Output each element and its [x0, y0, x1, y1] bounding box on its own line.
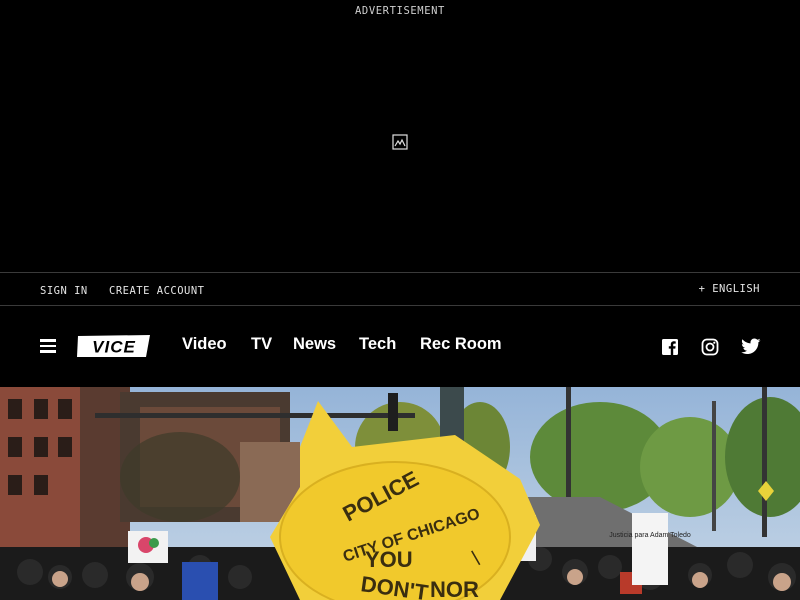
nav-link-video[interactable]: Video [182, 335, 227, 354]
vice-logo[interactable]: VICE [76, 333, 152, 359]
advertisement-region: ADVERTISEMENT [0, 0, 800, 272]
language-selector[interactable]: + ENGLISH [699, 283, 760, 295]
protest-photo: Justicia para Adam Toledo POLICE CITY OF… [0, 387, 800, 600]
create-account-link[interactable]: CREATE ACCOUNT [109, 285, 205, 297]
instagram-icon[interactable] [701, 338, 719, 356]
broken-image-icon [392, 134, 408, 150]
nav-link-tech[interactable]: Tech [359, 335, 396, 354]
hamburger-menu-icon[interactable] [40, 339, 56, 353]
sign-in-link[interactable]: SIGN IN [40, 285, 88, 297]
advertisement-label: ADVERTISEMENT [355, 5, 445, 17]
sign-line-you: YOU [365, 547, 413, 572]
logo-text: VICE [92, 338, 136, 357]
nav-link-tv[interactable]: TV [251, 335, 272, 354]
sign-line-nor: NOR [430, 577, 479, 600]
twitter-icon[interactable] [740, 338, 761, 356]
nav-link-news[interactable]: News [293, 335, 336, 354]
account-bar: SIGN IN CREATE ACCOUNT + ENGLISH [0, 272, 800, 306]
nav-link-rec-room[interactable]: Rec Room [420, 335, 502, 354]
facebook-icon[interactable] [661, 338, 679, 356]
hero-image: Justicia para Adam Toledo POLICE CITY OF… [0, 387, 800, 600]
placard-text: Justicia para Adam Toledo [609, 532, 691, 539]
